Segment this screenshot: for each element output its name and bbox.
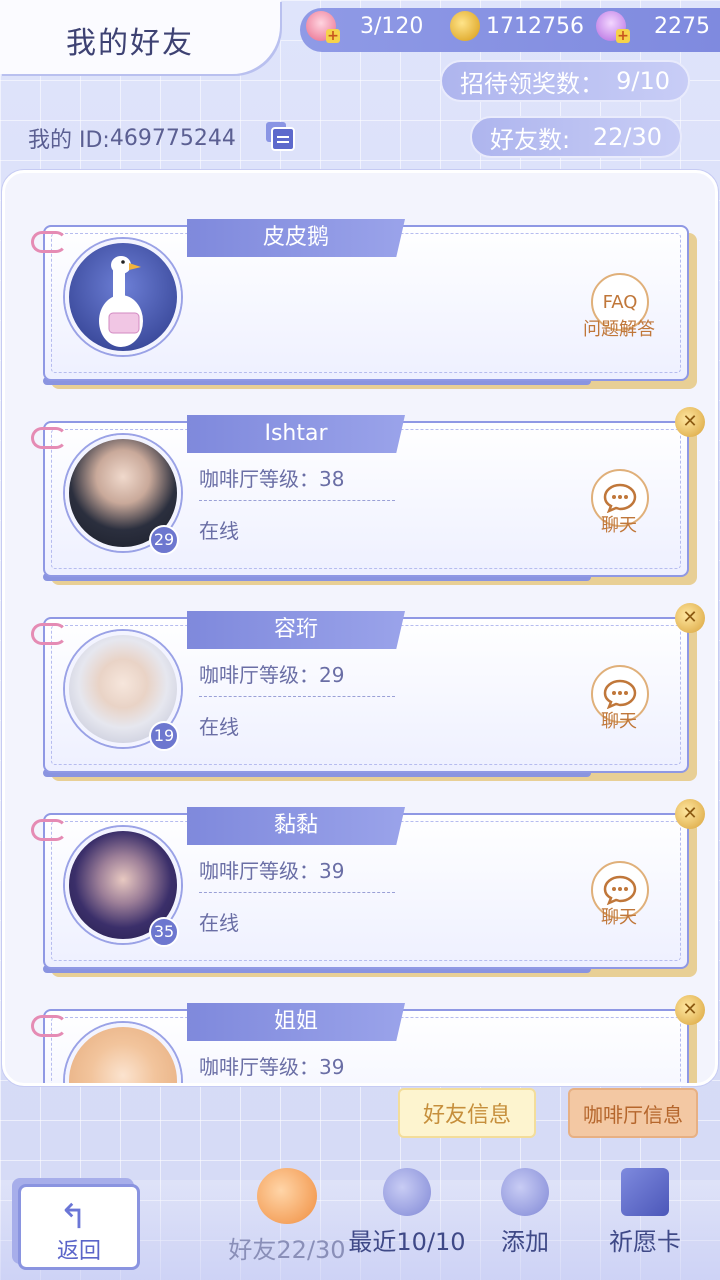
friend-card[interactable]: ✕ 黏黏 35 咖啡厅等级：39 在线 聊天 (31, 799, 705, 977)
level-badge: 29 (149, 525, 179, 555)
friend-card[interactable]: ✕ 姐姐 咖啡厅等级：39 (31, 995, 705, 1083)
wish-card-icon (621, 1168, 669, 1216)
title-tab: 我的好友 (0, 0, 280, 74)
friend-list-panel[interactable]: 皮皮鹅 FAQ 问题解答 ✕ Ishtar 29 咖啡厅等级：38 在线 聊天 … (2, 170, 718, 1086)
friends-icon (257, 1168, 317, 1224)
friend-name: Ishtar (187, 415, 405, 453)
level-badge: 19 (149, 721, 179, 751)
tab-add[interactable]: 添加 (460, 1160, 590, 1260)
tab-recent[interactable]: 最近10/10 (342, 1160, 472, 1260)
reception-reward-count: 招待领奖数： 9/10 (440, 60, 690, 102)
online-status: 在线 (199, 519, 239, 543)
chat-label: 聊天 (601, 711, 637, 732)
back-button[interactable]: ↰ 返回 (18, 1184, 140, 1270)
resource-cake[interactable]: + 3/120 (306, 8, 423, 44)
paperclip-icon (31, 819, 67, 841)
paperclip-icon (31, 231, 67, 253)
friend-count: 好友数: 22/30 (470, 116, 682, 158)
pin-icon[interactable]: ✕ (675, 995, 705, 1025)
tab-friends[interactable]: 好友22/30 (222, 1160, 352, 1264)
level-badge: 35 (149, 917, 179, 947)
friend-name: 皮皮鹅 (187, 219, 405, 257)
pin-icon[interactable]: ✕ (675, 603, 705, 633)
friend-name: 黏黏 (187, 807, 405, 845)
online-status: 在线 (199, 715, 239, 739)
cafe-level: 咖啡厅等级：39 (199, 1051, 395, 1083)
resource-coin[interactable]: 1712756 (450, 8, 584, 44)
cafe-level: 咖啡厅等级：39 (199, 855, 395, 893)
add-friend-icon (501, 1168, 549, 1216)
cafe-level: 咖啡厅等级：38 (199, 463, 395, 501)
faq-label: 问题解答 (583, 319, 655, 340)
cake-icon: + (306, 11, 340, 43)
pin-icon[interactable]: ✕ (675, 407, 705, 437)
chat-label: 聊天 (601, 515, 637, 536)
paperclip-icon (31, 1015, 67, 1037)
swan-icon: + (596, 11, 630, 43)
friend-card[interactable]: 皮皮鹅 FAQ 问题解答 (31, 219, 697, 389)
goose-avatar[interactable] (65, 239, 181, 355)
resource-swan[interactable]: + 2275 (596, 8, 710, 44)
coin-icon (450, 11, 480, 41)
my-id: 我的 ID: 469775244 (28, 125, 236, 154)
recent-chat-icon (383, 1168, 431, 1216)
friend-card[interactable]: ✕ 容珩 19 咖啡厅等级：29 在线 聊天 (31, 603, 705, 781)
page-title: 我的好友 (66, 26, 194, 61)
pin-icon[interactable]: ✕ (675, 799, 705, 829)
back-arrow-icon: ↰ (59, 1197, 88, 1237)
chat-bubble-icon (603, 483, 637, 513)
tab-wish-card[interactable]: 祈愿卡 (580, 1160, 710, 1260)
paperclip-icon (31, 623, 67, 645)
online-status: 在线 (199, 911, 239, 935)
cafe-level: 咖啡厅等级：29 (199, 659, 395, 697)
tab-cafe-info[interactable]: 咖啡厅信息 (568, 1088, 698, 1138)
chat-bubble-icon (603, 679, 637, 709)
friend-name: 姐姐 (187, 1003, 405, 1041)
paperclip-icon (31, 427, 67, 449)
copy-icon[interactable] (264, 120, 296, 152)
chat-label: 聊天 (601, 907, 637, 928)
friend-card[interactable]: ✕ Ishtar 29 咖啡厅等级：38 在线 聊天 (31, 407, 705, 585)
friend-name: 容珩 (187, 611, 405, 649)
chat-bubble-icon (603, 875, 637, 905)
tab-friend-info[interactable]: 好友信息 (398, 1088, 536, 1138)
